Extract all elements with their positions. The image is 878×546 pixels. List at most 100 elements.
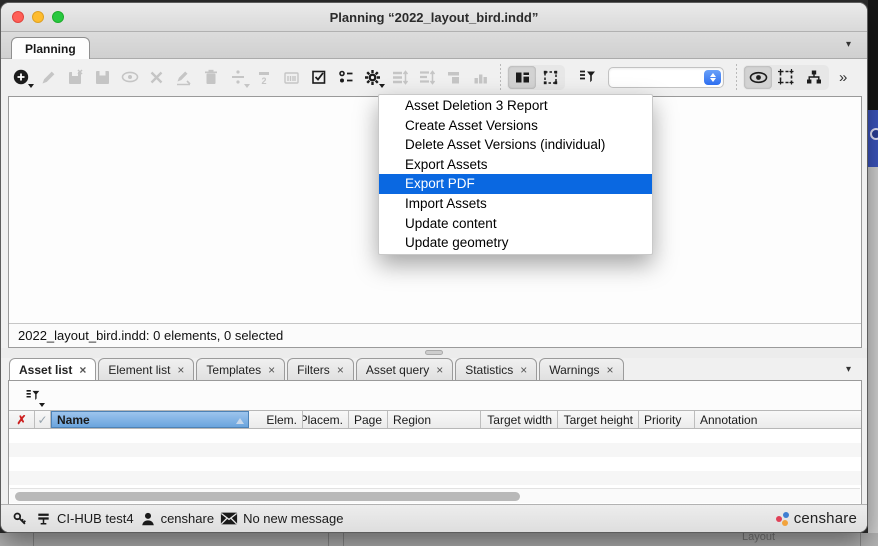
- close-icon[interactable]: ×: [520, 364, 527, 376]
- view-frame-icon: [776, 67, 796, 87]
- menu-item-update-geometry[interactable]: Update geometry: [379, 233, 652, 253]
- titlebar: Planning “2022_layout_bird.indd”: [1, 3, 867, 32]
- trash-icon: [202, 68, 220, 86]
- preview-button[interactable]: [116, 64, 143, 90]
- toolbar-overflow-button[interactable]: »: [839, 69, 847, 86]
- connection-status[interactable]: CI-HUB test4: [35, 510, 134, 527]
- actions-gear-button[interactable]: [359, 64, 386, 90]
- tab-templates[interactable]: Templates ×: [196, 358, 285, 381]
- trash-button[interactable]: [197, 64, 224, 90]
- column-elem[interactable]: Elem.: [249, 411, 303, 428]
- save-version-button[interactable]: [89, 64, 116, 90]
- close-icon[interactable]: ×: [268, 364, 275, 376]
- tab-element-list[interactable]: Element list ×: [98, 358, 194, 381]
- column-placem[interactable]: Placem.: [303, 411, 349, 428]
- canvas-status-text: 2022_layout_bird.indd: 0 elements, 0 sel…: [9, 323, 861, 347]
- user-icon: [140, 511, 156, 527]
- close-icon[interactable]: ×: [177, 364, 184, 376]
- barcode-button[interactable]: [278, 64, 305, 90]
- close-icon[interactable]: ×: [436, 364, 443, 376]
- add-asset-button[interactable]: [8, 64, 35, 90]
- renumber-button[interactable]: 2: [251, 64, 278, 90]
- menu-item-create-asset-versions[interactable]: Create Asset Versions: [379, 116, 652, 136]
- column-region[interactable]: Region: [388, 411, 481, 428]
- menu-item-import-assets[interactable]: Import Assets: [379, 194, 652, 214]
- menu-item-asset-deletion-report[interactable]: Asset Deletion 3 Report: [379, 96, 652, 116]
- view-frame-button[interactable]: [772, 66, 800, 89]
- bar-chart-icon: [471, 68, 490, 87]
- save-version-discard-button[interactable]: [62, 64, 89, 90]
- delete-button[interactable]: [143, 64, 170, 90]
- layout-view-button[interactable]: [508, 66, 536, 89]
- selection-mode-icon: [541, 68, 560, 87]
- view-eye-button[interactable]: [744, 66, 772, 89]
- selection-mode-button[interactable]: [536, 66, 564, 89]
- collapse-rows-button[interactable]: [413, 64, 440, 90]
- split-button[interactable]: [224, 64, 251, 90]
- workflow-button[interactable]: [332, 64, 359, 90]
- splitter-grip[interactable]: [425, 350, 443, 355]
- column-target-width[interactable]: Target width: [481, 411, 558, 428]
- column-delete[interactable]: ✗: [9, 411, 35, 428]
- tab-warnings[interactable]: Warnings ×: [539, 358, 623, 381]
- menu-item-delete-asset-versions[interactable]: Delete Asset Versions (individual): [379, 135, 652, 155]
- column-target-height[interactable]: Target height: [558, 411, 639, 428]
- scrollbar-thumb[interactable]: [15, 492, 520, 501]
- user-status[interactable]: censhare: [140, 511, 214, 527]
- combobox-stepper-icon[interactable]: [704, 70, 721, 85]
- statusbar: CI-HUB test4 censhare No new message cen…: [1, 504, 867, 532]
- view-tree-button[interactable]: [800, 66, 828, 89]
- chart-button[interactable]: [467, 64, 494, 90]
- edit-button[interactable]: [35, 64, 62, 90]
- tasks-checkbox-button[interactable]: [305, 64, 332, 90]
- panel-disclosure-icon[interactable]: ▾: [846, 364, 851, 375]
- asset-filter-button[interactable]: [19, 383, 46, 409]
- menu-item-export-assets[interactable]: Export Assets: [379, 155, 652, 175]
- menu-item-export-pdf[interactable]: Export PDF: [379, 174, 652, 194]
- panel-splitter[interactable]: [1, 348, 868, 358]
- message-status[interactable]: No new message: [220, 511, 343, 526]
- connection-label: CI-HUB test4: [57, 511, 134, 526]
- toolbar-combobox[interactable]: [608, 67, 724, 88]
- edit-icon: [39, 68, 58, 87]
- tab-filters[interactable]: Filters ×: [287, 358, 354, 381]
- zoom-window-button[interactable]: [52, 11, 64, 23]
- close-icon[interactable]: ×: [607, 364, 614, 376]
- column-label: Annotation: [700, 413, 757, 427]
- badge-circle-icon: [870, 128, 878, 140]
- filter-button[interactable]: [573, 64, 600, 90]
- key-button[interactable]: [11, 506, 29, 532]
- workspace-tabstrip: Planning ▾: [1, 32, 867, 59]
- actions-dropdown-menu: Asset Deletion 3 Report Create Asset Ver…: [378, 94, 653, 255]
- tab-planning[interactable]: Planning: [11, 37, 90, 59]
- user-label: censhare: [161, 511, 214, 526]
- close-icon[interactable]: ×: [337, 364, 344, 376]
- close-icon[interactable]: ×: [79, 364, 86, 376]
- tab-asset-query[interactable]: Asset query ×: [356, 358, 453, 381]
- minimize-window-button[interactable]: [32, 11, 44, 23]
- column-priority[interactable]: Priority: [639, 411, 695, 428]
- tab-statistics[interactable]: Statistics ×: [455, 358, 537, 381]
- asset-table-body[interactable]: [9, 429, 861, 489]
- expand-rows-button[interactable]: [386, 64, 413, 90]
- close-window-button[interactable]: [12, 11, 24, 23]
- tasks-checkbox-icon: [310, 68, 328, 86]
- server-icon: [35, 510, 52, 527]
- column-page[interactable]: Page: [349, 411, 388, 428]
- tab-label: Asset query: [366, 363, 429, 377]
- column-label: Page: [354, 413, 382, 427]
- tabstrip-disclosure-icon[interactable]: ▾: [846, 39, 851, 50]
- indent-button[interactable]: [440, 64, 467, 90]
- tab-asset-list[interactable]: Asset list ×: [9, 358, 96, 381]
- renumber-icon: 2: [255, 68, 274, 87]
- mail-icon: [220, 511, 238, 526]
- workflow-list-icon: [337, 68, 355, 86]
- combobox-input[interactable]: [613, 68, 699, 87]
- menu-item-update-content[interactable]: Update content: [379, 214, 652, 234]
- sign-off-button[interactable]: [170, 64, 197, 90]
- column-name[interactable]: Name: [51, 411, 249, 428]
- horizontal-scrollbar[interactable]: [10, 488, 860, 503]
- column-annotation[interactable]: Annotation: [695, 411, 861, 428]
- tab-label: Asset list: [19, 363, 72, 377]
- column-check[interactable]: ✓: [35, 411, 51, 428]
